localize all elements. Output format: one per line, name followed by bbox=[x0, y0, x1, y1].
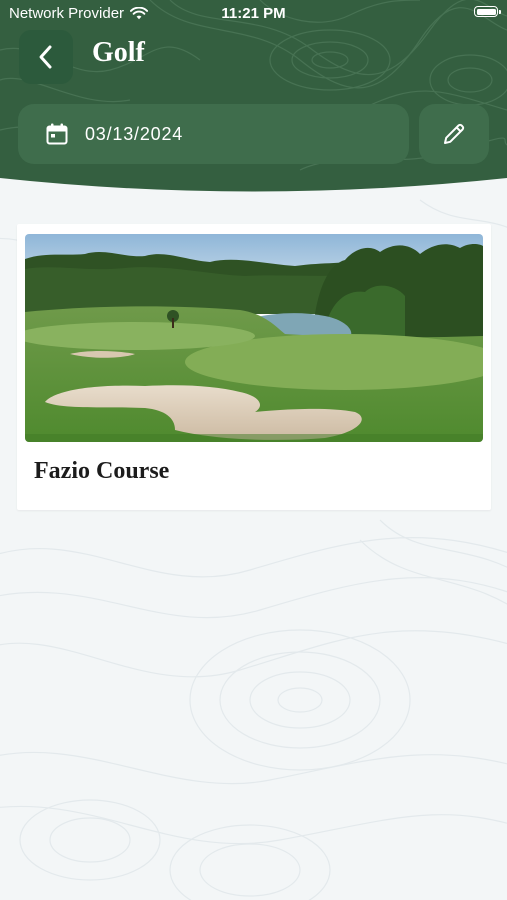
course-card[interactable]: Fazio Course bbox=[17, 224, 491, 510]
pencil-icon bbox=[444, 123, 465, 144]
header-background bbox=[0, 0, 507, 192]
golf-course-photo bbox=[25, 234, 483, 442]
back-button[interactable] bbox=[19, 30, 73, 84]
date-picker-field[interactable]: 03/13/2024 bbox=[18, 104, 409, 164]
course-name: Fazio Course bbox=[34, 458, 170, 484]
battery-icon bbox=[474, 6, 501, 17]
status-time: 11:21 PM bbox=[221, 5, 286, 22]
edit-button[interactable] bbox=[419, 104, 489, 164]
page-title: Golf bbox=[92, 37, 145, 68]
date-value: 03/13/2024 bbox=[85, 123, 184, 144]
chevron-left-icon bbox=[39, 45, 52, 69]
app-header: Network Provider 11:21 PM Golf 03/13/202… bbox=[0, 0, 507, 195]
calendar-icon bbox=[46, 123, 68, 145]
status-bar: Network Provider 11:21 PM bbox=[0, 0, 507, 28]
